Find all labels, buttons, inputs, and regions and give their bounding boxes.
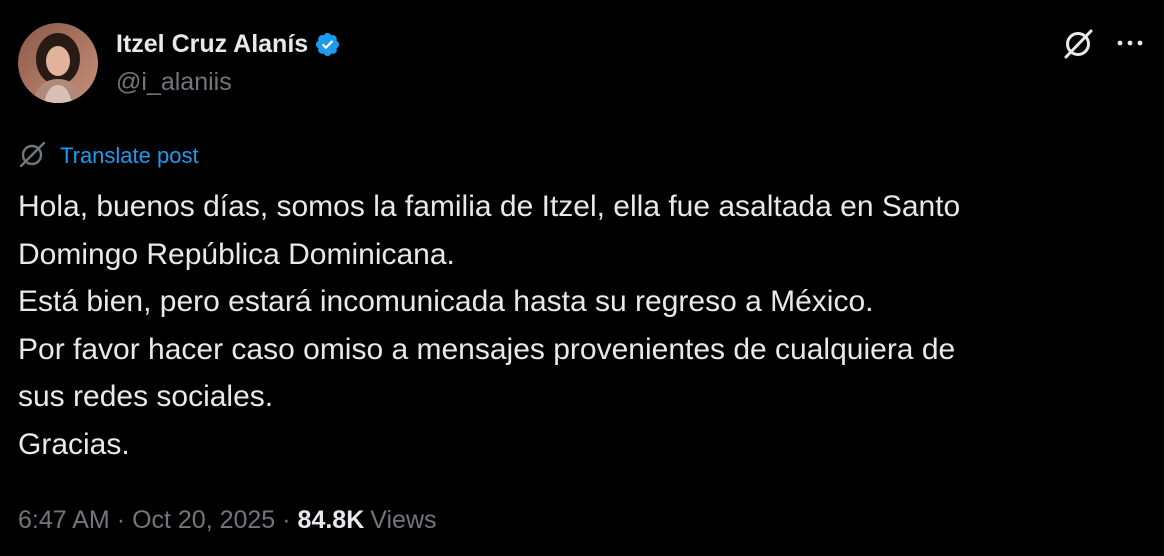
meta-separator: · bbox=[116, 505, 126, 534]
meta-separator: · bbox=[282, 505, 291, 534]
post-text-line: Hola, buenos días, somos la familia de I… bbox=[18, 190, 961, 223]
post-date[interactable]: Oct 20, 2025 bbox=[132, 506, 275, 535]
verified-badge-icon[interactable] bbox=[314, 31, 341, 58]
views-count: 84.8K bbox=[297, 505, 365, 534]
post-meta: 6:47 AM · Oct 20, 2025 · 84.8K Views bbox=[18, 502, 437, 538]
translate-post-button[interactable]: Translate post bbox=[18, 141, 199, 171]
post-time[interactable]: 6:47 AM bbox=[18, 506, 110, 535]
post-text: Hola, buenos días, somos la familia de I… bbox=[18, 183, 1138, 468]
avatar-image bbox=[18, 23, 98, 103]
author-display-name[interactable]: Itzel Cruz Alanís bbox=[116, 30, 308, 59]
author-handle[interactable]: @i_alaniis bbox=[116, 68, 232, 97]
translate-grok-icon bbox=[18, 140, 48, 173]
post-text-line: Está bien, pero estará incomunicada hast… bbox=[18, 285, 874, 318]
author-name-row: Itzel Cruz Alanís bbox=[116, 27, 341, 61]
views-label: Views bbox=[370, 505, 437, 534]
translate-post-label: Translate post bbox=[60, 143, 199, 168]
more-horizontal-icon[interactable] bbox=[1112, 28, 1148, 58]
post-text-line: sus redes sociales. bbox=[18, 380, 274, 413]
post-text-line: Por favor hacer caso omiso a mensajes pr… bbox=[18, 332, 956, 366]
grok-icon[interactable] bbox=[1061, 25, 1097, 61]
post-text-line: Domingo República Dominicana. bbox=[18, 237, 455, 271]
post-text-line: Gracias. bbox=[18, 427, 130, 461]
author-avatar[interactable] bbox=[18, 23, 98, 103]
